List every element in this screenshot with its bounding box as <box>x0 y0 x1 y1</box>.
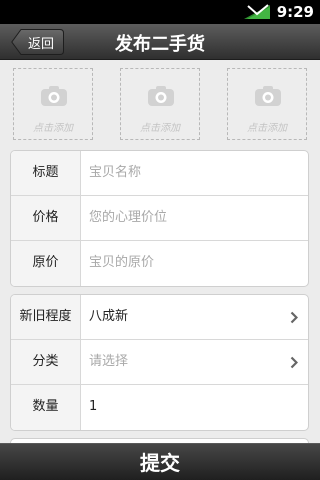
category-label: 分类 <box>11 340 81 384</box>
signal-icon <box>244 4 270 19</box>
details-group: 新旧程度 八成新 分类 请选择 数量 1 <box>10 294 309 431</box>
camera-icon <box>41 86 67 106</box>
quantity-row[interactable]: 数量 1 <box>11 385 308 430</box>
quantity-label: 数量 <box>11 385 81 430</box>
title-input[interactable]: 宝贝名称 <box>89 151 141 195</box>
category-row[interactable]: 分类 请选择 <box>11 340 308 385</box>
price-input[interactable]: 您的心理价位 <box>89 196 167 240</box>
quantity-input[interactable]: 1 <box>89 385 97 429</box>
title-row[interactable]: 标题 宝贝名称 <box>11 151 308 196</box>
camera-icon <box>148 86 174 106</box>
chevron-right-icon <box>290 356 298 369</box>
original-price-label: 原价 <box>11 241 81 286</box>
clock-time: 9:29 <box>276 3 314 21</box>
add-photo-slot[interactable]: 点击添加 <box>13 68 93 140</box>
category-value: 请选择 <box>89 354 129 369</box>
page-title: 发布二手货 <box>115 34 205 55</box>
condition-row[interactable]: 新旧程度 八成新 <box>11 295 308 340</box>
title-bar: 返回 发布二手货 <box>0 24 320 60</box>
camera-icon <box>255 86 281 106</box>
condition-label: 新旧程度 <box>11 295 81 339</box>
chevron-right-icon <box>290 311 298 324</box>
price-label: 价格 <box>11 196 81 240</box>
add-photo-label: 点击添加 <box>247 123 287 134</box>
add-photo-label: 点击添加 <box>140 123 180 134</box>
price-row[interactable]: 价格 您的心理价位 <box>11 196 308 241</box>
title-label: 标题 <box>11 151 81 195</box>
add-photo-slot[interactable]: 点击添加 <box>227 68 307 140</box>
condition-value: 八成新 <box>89 309 129 324</box>
add-photo-slot[interactable]: 点击添加 <box>120 68 200 140</box>
add-photo-label: 点击添加 <box>33 123 73 134</box>
status-bar: 9:29 <box>0 0 320 24</box>
submit-button[interactable]: 提交 <box>0 443 320 480</box>
original-price-input[interactable]: 宝贝的原价 <box>89 241 154 285</box>
original-price-row[interactable]: 原价 宝贝的原价 <box>11 241 308 286</box>
submit-label: 提交 <box>140 451 180 475</box>
basic-info-group: 标题 宝贝名称 价格 您的心理价位 原价 宝贝的原价 <box>10 150 309 287</box>
